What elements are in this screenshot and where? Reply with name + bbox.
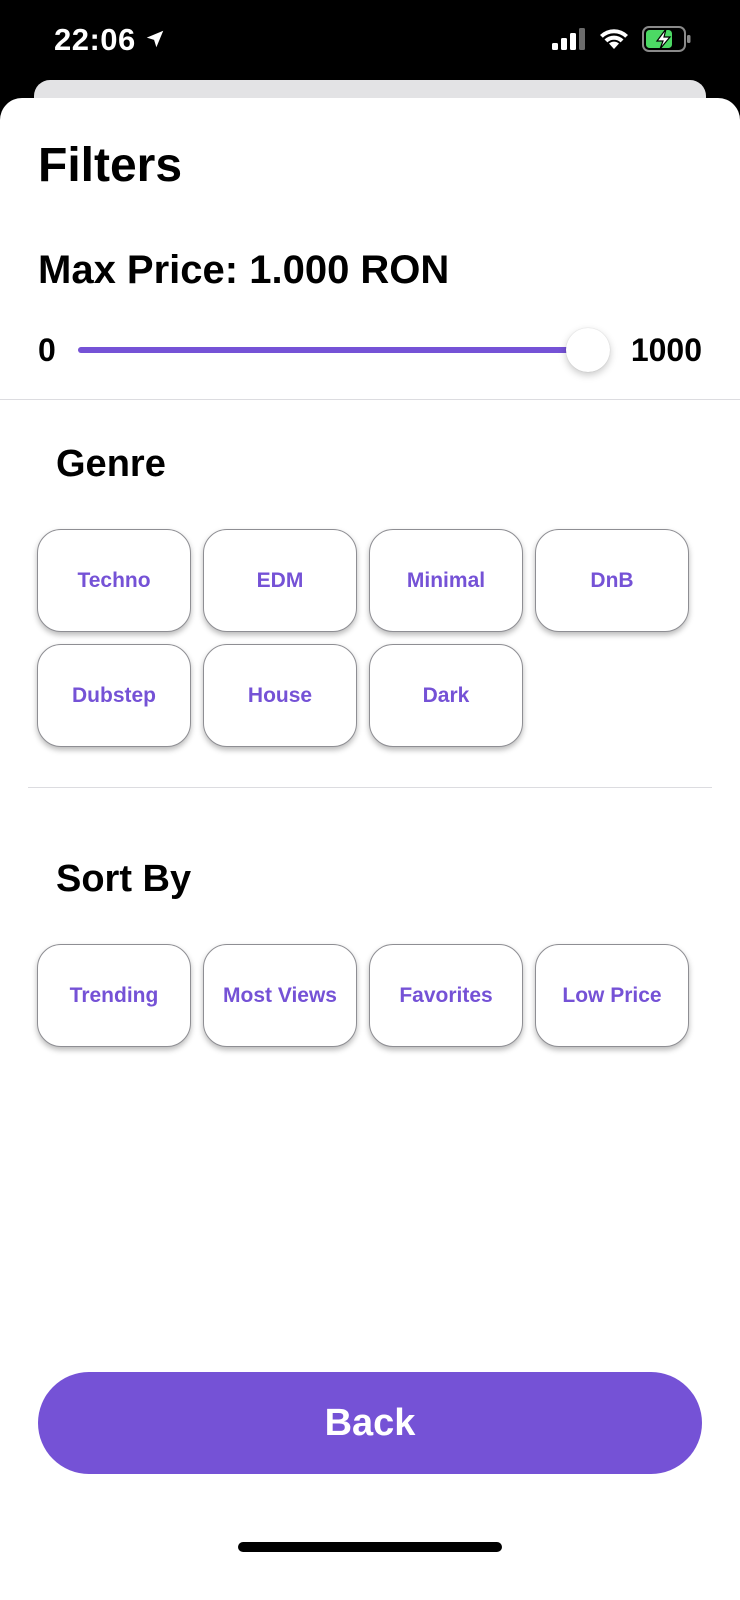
status-icons: [552, 26, 692, 57]
filters-screen: 22:06 Filters Max Price: 1.000 RON 0 100…: [0, 0, 740, 1600]
divider: [0, 399, 740, 400]
price-slider-row: 0 1000: [38, 326, 702, 376]
home-indicator: [238, 1542, 502, 1552]
genre-chip-edm[interactable]: EDM: [203, 529, 357, 632]
sort-chip-favorites[interactable]: Favorites: [369, 944, 523, 1047]
page-title: Filters: [38, 139, 183, 192]
wifi-icon: [598, 27, 630, 56]
genre-chip-dark[interactable]: Dark: [369, 644, 523, 747]
status-time-text: 22:06: [54, 22, 136, 57]
slider-min-label: 0: [38, 332, 56, 368]
genre-title: Genre: [56, 443, 166, 485]
price-slider[interactable]: [78, 328, 610, 372]
sort-chip-low-price[interactable]: Low Price: [535, 944, 689, 1047]
slider-max-label: 1000: [630, 332, 702, 368]
genre-chip-minimal[interactable]: Minimal: [369, 529, 523, 632]
sort-options: Trending Most Views Favorites Low Price: [37, 944, 705, 1047]
genre-chip-dnb[interactable]: DnB: [535, 529, 689, 632]
slider-thumb[interactable]: [566, 328, 610, 372]
genre-chip-house[interactable]: House: [203, 644, 357, 747]
status-time: 22:06: [54, 22, 166, 58]
status-bar: 22:06: [0, 0, 740, 82]
filters-sheet: Filters Max Price: 1.000 RON 0 1000 Genr…: [0, 98, 740, 1600]
max-price-label: Max Price: 1.000 RON: [38, 248, 450, 292]
slider-fill: [78, 347, 598, 353]
sort-chip-most-views[interactable]: Most Views: [203, 944, 357, 1047]
battery-charging-icon: [642, 26, 692, 57]
genre-chip-dubstep[interactable]: Dubstep: [37, 644, 191, 747]
back-button[interactable]: Back: [38, 1372, 702, 1474]
genre-chip-techno[interactable]: Techno: [37, 529, 191, 632]
genre-options: Techno EDM Minimal DnB Dubstep House Dark: [37, 529, 705, 747]
cellular-signal-icon: [552, 28, 586, 55]
sort-title: Sort By: [56, 858, 192, 900]
divider: [28, 787, 712, 788]
location-arrow-icon: [144, 22, 166, 58]
sort-chip-trending[interactable]: Trending: [37, 944, 191, 1047]
